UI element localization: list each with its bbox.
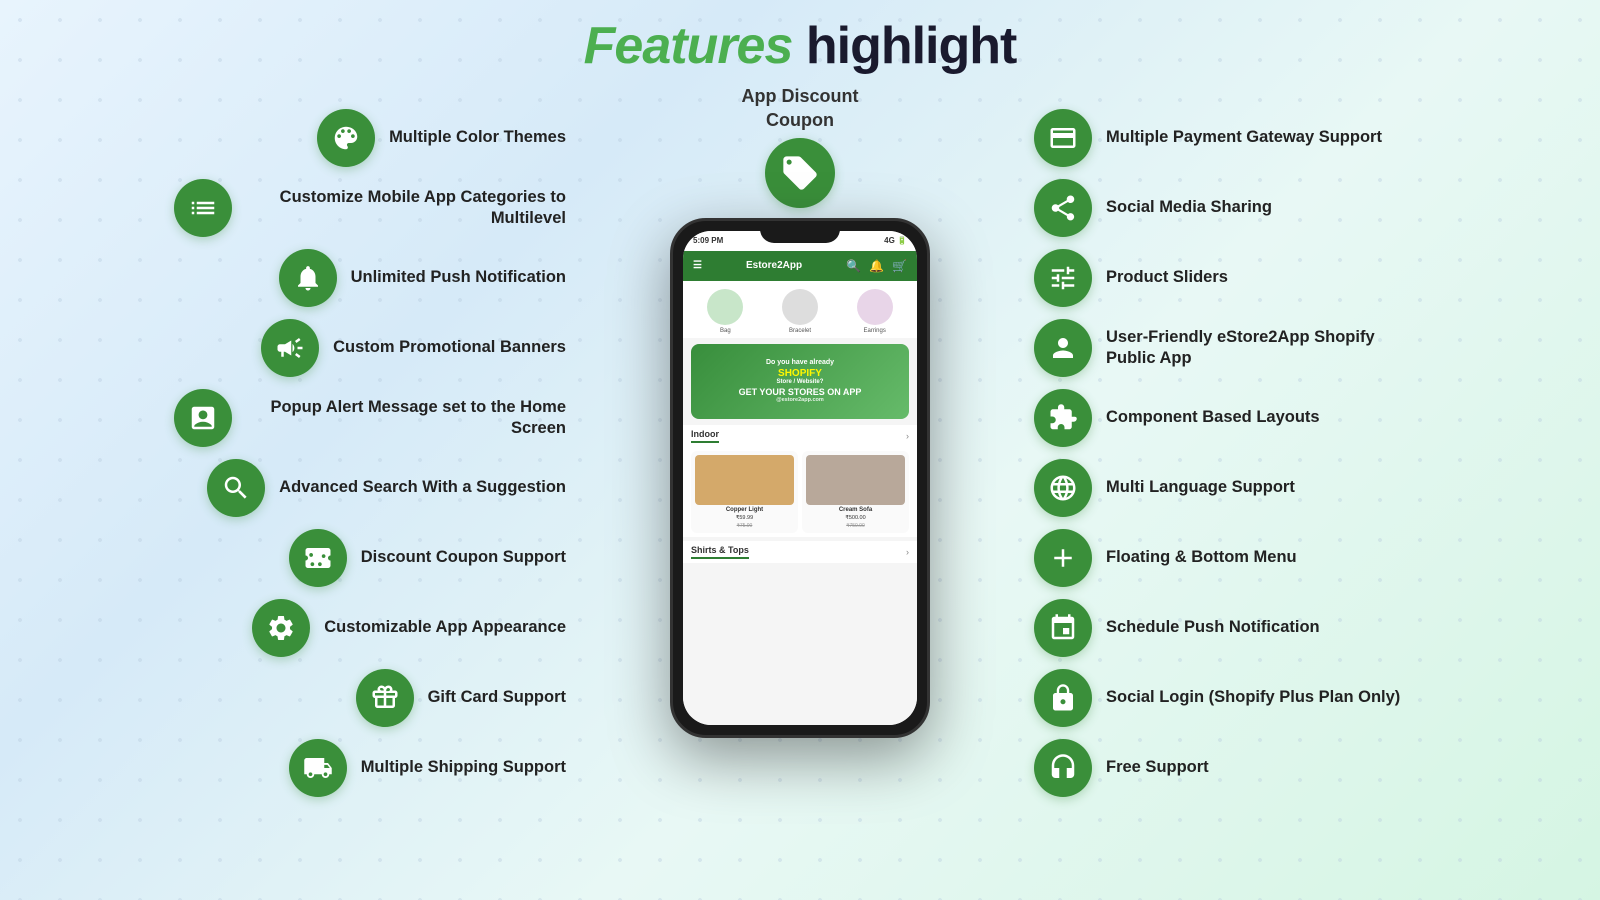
feature-icon-schedule-push bbox=[1034, 599, 1092, 657]
center-column: App DiscountCoupon 5:09 PM 4G 🔋 ☰ Estore… bbox=[566, 85, 1034, 738]
phone-content: Bag Bracelet Earrings bbox=[683, 281, 917, 725]
cart-nav-icon[interactable]: 🛒 bbox=[892, 259, 907, 273]
feature-icon-social-media bbox=[1034, 179, 1092, 237]
phone-product-grid: Copper Light ₹59.99 ₹75.00 Cream Sofa ₹5… bbox=[683, 447, 917, 537]
feature-item-multiple-shipping: Multiple Shipping Support bbox=[289, 735, 566, 801]
feature-label-component-layouts: Component Based Layouts bbox=[1106, 407, 1320, 428]
feature-icon-multiple-payment bbox=[1034, 109, 1092, 167]
phone-notch bbox=[760, 221, 840, 243]
feature-icon-multiple-shipping bbox=[289, 739, 347, 797]
right-features-column: Multiple Payment Gateway Support Social M… bbox=[1034, 85, 1580, 801]
feature-item-floating-menu: Floating & Bottom Menu bbox=[1034, 525, 1297, 591]
feature-icon-gift-card bbox=[356, 669, 414, 727]
feature-label-advanced-search: Advanced Search With a Suggestion bbox=[279, 477, 566, 498]
page-wrapper: Features highlight Multiple Color Themes… bbox=[0, 0, 1600, 900]
feature-label-user-friendly: User-Friendly eStore2App Shopify Public … bbox=[1106, 327, 1426, 370]
coupon-center-icon bbox=[765, 138, 835, 208]
product-copper-light: Copper Light ₹59.99 ₹75.00 bbox=[691, 451, 798, 533]
feature-icon-unlimited-push bbox=[279, 249, 337, 307]
feature-icon-social-login bbox=[1034, 669, 1092, 727]
bell-nav-icon[interactable]: 🔔 bbox=[869, 259, 884, 273]
feature-label-custom-banners: Custom Promotional Banners bbox=[333, 337, 566, 358]
feature-label-discount-coupon: Discount Coupon Support bbox=[361, 547, 566, 568]
feature-item-social-media: Social Media Sharing bbox=[1034, 175, 1272, 241]
feature-item-gift-card: Gift Card Support bbox=[356, 665, 566, 731]
feature-item-multi-language: Multi Language Support bbox=[1034, 455, 1295, 521]
feature-icon-popup-alert bbox=[174, 389, 232, 447]
feature-item-multiple-color-themes: Multiple Color Themes bbox=[317, 105, 566, 171]
feature-item-user-friendly: User-Friendly eStore2App Shopify Public … bbox=[1034, 315, 1426, 381]
feature-icon-customize-categories bbox=[174, 179, 232, 237]
phone-section-shirts: Shirts & Tops › bbox=[683, 541, 917, 563]
feature-item-unlimited-push: Unlimited Push Notification bbox=[279, 245, 566, 311]
page-title: Features highlight bbox=[584, 18, 1017, 75]
feature-item-discount-coupon: Discount Coupon Support bbox=[289, 525, 566, 591]
feature-label-social-login: Social Login (Shopify Plus Plan Only) bbox=[1106, 687, 1400, 708]
feature-item-customizable-appearance: Customizable App Appearance bbox=[252, 595, 566, 661]
feature-icon-floating-menu bbox=[1034, 529, 1092, 587]
phone-mockup: 5:09 PM 4G 🔋 ☰ Estore2App 🔍 🔔 🛒 bbox=[670, 218, 930, 738]
feature-icon-multiple-color-themes bbox=[317, 109, 375, 167]
feature-item-free-support: Free Support bbox=[1034, 735, 1209, 801]
search-nav-icon[interactable]: 🔍 bbox=[846, 259, 861, 273]
phone-nav-bar: ☰ Estore2App 🔍 🔔 🛒 bbox=[683, 251, 917, 281]
feature-icon-custom-banners bbox=[261, 319, 319, 377]
feature-label-multiple-payment: Multiple Payment Gateway Support bbox=[1106, 127, 1382, 148]
coupon-svg-icon bbox=[780, 153, 820, 193]
feature-icon-product-sliders bbox=[1034, 249, 1092, 307]
feature-label-multiple-color-themes: Multiple Color Themes bbox=[389, 127, 566, 148]
feature-label-customizable-appearance: Customizable App Appearance bbox=[324, 617, 566, 638]
title-highlight: Features bbox=[584, 17, 793, 75]
feature-item-component-layouts: Component Based Layouts bbox=[1034, 385, 1320, 451]
feature-label-popup-alert: Popup Alert Message set to the Home Scre… bbox=[246, 397, 566, 440]
feature-icon-customizable-appearance bbox=[252, 599, 310, 657]
feature-item-customize-categories: Customize Mobile App Categories to Multi… bbox=[174, 175, 566, 241]
product-cream-sofa: Cream Sofa ₹500.00 ₹750.00 bbox=[802, 451, 909, 533]
feature-icon-free-support bbox=[1034, 739, 1092, 797]
phone-banner: Do you have already SHOPIFY Store / Webs… bbox=[691, 344, 909, 419]
phone-time: 5:09 PM bbox=[693, 236, 723, 245]
feature-label-multiple-shipping: Multiple Shipping Support bbox=[361, 757, 566, 778]
nav-icons: 🔍 🔔 🛒 bbox=[846, 259, 907, 273]
app-discount-label: App DiscountCoupon bbox=[742, 85, 859, 132]
feature-item-advanced-search: Advanced Search With a Suggestion bbox=[207, 455, 566, 521]
phone-category-row: Bag Bracelet Earrings bbox=[683, 281, 917, 338]
feature-label-multi-language: Multi Language Support bbox=[1106, 477, 1295, 498]
feature-label-schedule-push: Schedule Push Notification bbox=[1106, 617, 1320, 638]
cat-bag: Bag bbox=[691, 289, 760, 334]
feature-item-popup-alert: Popup Alert Message set to the Home Scre… bbox=[174, 385, 566, 451]
hamburger-icon[interactable]: ☰ bbox=[693, 260, 702, 271]
phone-section-indoor: Indoor › bbox=[683, 425, 917, 447]
feature-item-schedule-push: Schedule Push Notification bbox=[1034, 595, 1320, 661]
feature-label-unlimited-push: Unlimited Push Notification bbox=[351, 267, 566, 288]
feature-label-social-media: Social Media Sharing bbox=[1106, 197, 1272, 218]
feature-icon-user-friendly bbox=[1034, 319, 1092, 377]
content-area: Multiple Color Themes Customize Mobile Ap… bbox=[0, 75, 1600, 900]
feature-item-product-sliders: Product Sliders bbox=[1034, 245, 1228, 311]
feature-icon-discount-coupon bbox=[289, 529, 347, 587]
feature-item-custom-banners: Custom Promotional Banners bbox=[261, 315, 566, 381]
cat-earrings: Earrings bbox=[840, 289, 909, 334]
feature-icon-advanced-search bbox=[207, 459, 265, 517]
feature-item-multiple-payment: Multiple Payment Gateway Support bbox=[1034, 105, 1382, 171]
title-normal: highlight bbox=[792, 17, 1016, 75]
feature-label-product-sliders: Product Sliders bbox=[1106, 267, 1228, 288]
phone-signal: 4G 🔋 bbox=[884, 236, 907, 245]
app-name-label: Estore2App bbox=[746, 260, 802, 271]
feature-icon-multi-language bbox=[1034, 459, 1092, 517]
cat-bracelet: Bracelet bbox=[766, 289, 835, 334]
feature-label-free-support: Free Support bbox=[1106, 757, 1209, 778]
left-features-column: Multiple Color Themes Customize Mobile Ap… bbox=[20, 85, 566, 801]
feature-label-customize-categories: Customize Mobile App Categories to Multi… bbox=[246, 187, 566, 230]
phone-screen: 5:09 PM 4G 🔋 ☰ Estore2App 🔍 🔔 🛒 bbox=[683, 231, 917, 725]
feature-icon-component-layouts bbox=[1034, 389, 1092, 447]
feature-item-social-login: Social Login (Shopify Plus Plan Only) bbox=[1034, 665, 1400, 731]
feature-label-floating-menu: Floating & Bottom Menu bbox=[1106, 547, 1297, 568]
feature-label-gift-card: Gift Card Support bbox=[428, 687, 566, 708]
